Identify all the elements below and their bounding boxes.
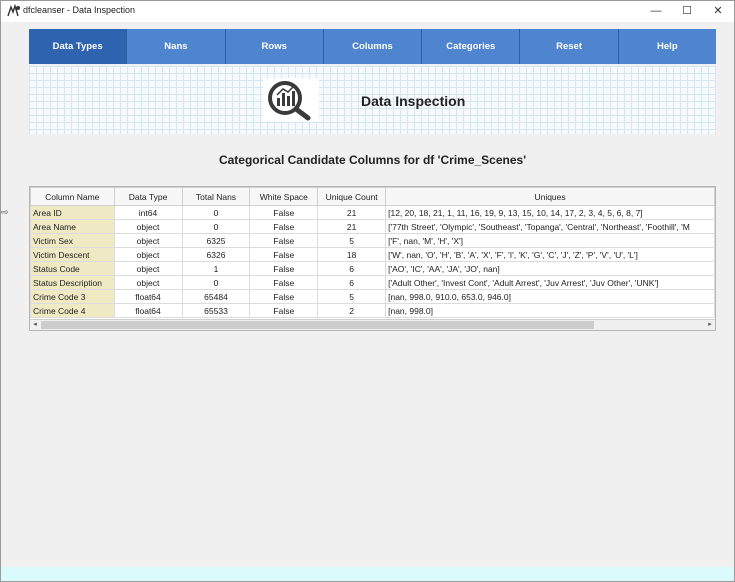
table-row[interactable]: Crime Code 4 float64 65533 False 2 [nan,… (30, 303, 715, 318)
data-type-cell: int64 (113, 205, 183, 220)
total-nans-cell: 0 (181, 205, 251, 220)
column-name-cell[interactable]: Status Code (30, 261, 115, 276)
nav-columns-button[interactable]: Columns (323, 29, 423, 64)
nav-reset-button[interactable]: Reset (520, 29, 619, 64)
column-header[interactable]: Column Name (30, 187, 115, 206)
table-row[interactable]: Victim Descent object 6326 False 18 ['W'… (30, 247, 715, 262)
unique-count-cell: 5 (317, 233, 387, 248)
table-row[interactable]: Status Code object 1 False 6 ['AO', 'IC'… (30, 261, 715, 276)
unique-count-cell: 21 (317, 219, 387, 234)
table-row[interactable]: Victim Sex object 6325 False 5 ['F', nan… (30, 233, 715, 248)
horizontal-scrollbar[interactable]: ◂ ▸ (30, 319, 715, 330)
data-type-cell: object (113, 219, 183, 234)
white-space-cell: False (249, 247, 319, 262)
nav-help-button[interactable]: Help (618, 29, 716, 64)
column-header[interactable]: Data Type (113, 187, 183, 206)
white-space-cell: False (249, 289, 319, 304)
white-space-cell: False (249, 233, 319, 248)
column-header[interactable]: Unique Count (317, 187, 387, 206)
banner-icon-box (263, 78, 319, 122)
unique-count-cell: 2 (317, 303, 387, 318)
scroll-left-icon[interactable]: ◂ (30, 320, 40, 330)
data-type-cell: float64 (113, 303, 183, 318)
white-space-cell: False (249, 275, 319, 290)
uniques-cell: ['F', nan, 'M', 'H', 'X'] (385, 233, 715, 248)
bottom-strip (1, 567, 734, 581)
table-header-row: Column Name Data Type Total Nans White S… (30, 187, 715, 206)
column-header[interactable]: Uniques (385, 187, 715, 206)
banner-title: Data Inspection (361, 93, 466, 109)
total-nans-cell: 65533 (181, 303, 251, 318)
data-type-cell: object (113, 275, 183, 290)
column-name-cell[interactable]: Status Description (30, 275, 115, 290)
total-nans-cell: 1 (181, 261, 251, 276)
total-nans-cell: 0 (181, 219, 251, 234)
unique-count-cell: 21 (317, 205, 387, 220)
unique-count-cell: 6 (317, 275, 387, 290)
categories-table-container: Column Name Data Type Total Nans White S… (29, 186, 716, 331)
main-content: Data Types Nans Rows Columns Categories … (1, 22, 734, 567)
nav-nans-button[interactable]: Nans (127, 29, 226, 64)
categories-table: Column Name Data Type Total Nans White S… (30, 187, 715, 318)
white-space-cell: False (249, 219, 319, 234)
minimize-button[interactable]: — (641, 1, 671, 22)
title-bar: dfcleanser - Data Inspection — ☐ ✕ (1, 1, 734, 22)
app-logo-icon (7, 4, 20, 17)
white-space-cell: False (249, 205, 319, 220)
table-row[interactable]: Status Description object 0 False 6 ['Ad… (30, 275, 715, 290)
close-button[interactable]: ✕ (703, 1, 733, 22)
magnifier-chart-icon (268, 81, 311, 121)
uniques-cell: ['77th Street', 'Olympic', 'Southeast', … (385, 219, 715, 234)
nav-bar: Data Types Nans Rows Columns Categories … (29, 29, 716, 64)
uniques-cell: [nan, 998.0] (385, 303, 715, 318)
total-nans-cell: 6325 (181, 233, 251, 248)
column-header[interactable]: Total Nans (181, 187, 251, 206)
table-row[interactable]: Crime Code 3 float64 65484 False 5 [nan,… (30, 289, 715, 304)
column-name-cell[interactable]: Victim Descent (30, 247, 115, 262)
scrollbar-thumb[interactable] (41, 321, 594, 329)
uniques-cell: ['W', nan, 'O', 'H', 'B', 'A', 'X', 'F',… (385, 247, 715, 262)
data-type-cell: float64 (113, 289, 183, 304)
table-row[interactable]: Area Name object 0 False 21 ['77th Stree… (30, 219, 715, 234)
scroll-right-icon[interactable]: ▸ (705, 320, 715, 330)
section-heading: Categorical Candidate Columns for df 'Cr… (218, 153, 527, 167)
nav-rows-button[interactable]: Rows (225, 29, 324, 64)
uniques-cell: [12, 20, 18, 21, 1, 11, 16, 19, 9, 13, 1… (385, 205, 715, 220)
maximize-button[interactable]: ☐ (672, 1, 702, 22)
total-nans-cell: 6326 (181, 247, 251, 262)
unique-count-cell: 18 (317, 247, 387, 262)
window-title: dfcleanser - Data Inspection (23, 5, 136, 15)
banner: Data Inspection (29, 66, 716, 134)
column-name-cell[interactable]: Area ID (30, 205, 115, 220)
column-name-cell[interactable]: Victim Sex (30, 233, 115, 248)
white-space-cell: False (249, 261, 319, 276)
nav-categories-button[interactable]: Categories (422, 29, 521, 64)
column-name-cell[interactable]: Crime Code 3 (30, 289, 115, 304)
white-space-cell: False (249, 303, 319, 318)
nav-data-types-button[interactable]: Data Types (29, 29, 128, 64)
uniques-cell: ['Adult Other', 'Invest Cont', 'Adult Ar… (385, 275, 715, 290)
data-type-cell: object (113, 261, 183, 276)
unique-count-cell: 5 (317, 289, 387, 304)
total-nans-cell: 0 (181, 275, 251, 290)
data-type-cell: object (113, 247, 183, 262)
side-arrow-icon[interactable]: ⇨ (1, 207, 9, 218)
table-row[interactable]: Area ID int64 0 False 21 [12, 20, 18, 21… (30, 205, 715, 220)
column-name-cell[interactable]: Area Name (30, 219, 115, 234)
uniques-cell: ['AO', 'IC', 'AA', 'JA', 'JO', nan] (385, 261, 715, 276)
app-window: dfcleanser - Data Inspection — ☐ ✕ Data … (0, 0, 735, 582)
data-type-cell: object (113, 233, 183, 248)
column-header[interactable]: White Space (249, 187, 319, 206)
unique-count-cell: 6 (317, 261, 387, 276)
column-name-cell[interactable]: Crime Code 4 (30, 303, 115, 318)
uniques-cell: [nan, 998.0, 910.0, 653.0, 946.0] (385, 289, 715, 304)
total-nans-cell: 65484 (181, 289, 251, 304)
